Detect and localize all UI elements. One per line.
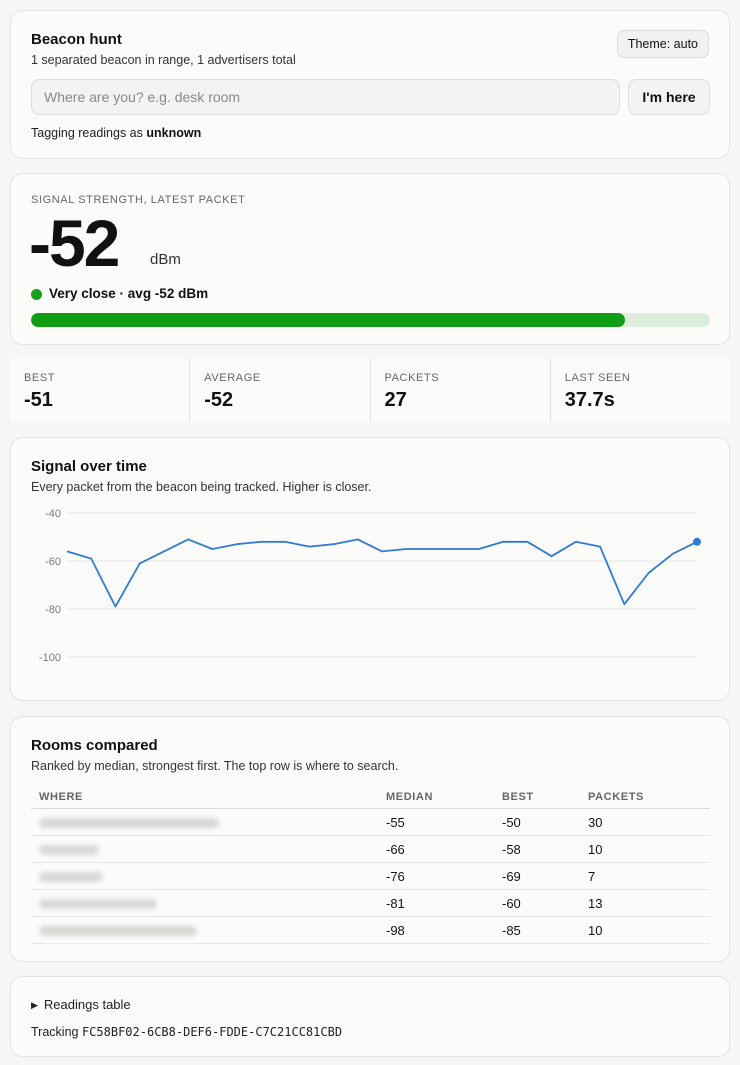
stat-average: AVERAGE -52: [190, 359, 371, 422]
stats-row: BEST -51 AVERAGE -52 PACKETS 27 LAST SEE…: [10, 359, 730, 422]
stat-label: LAST SEEN: [564, 372, 631, 384]
signal-chart: -40 -60 -80 -100: [39, 508, 701, 664]
stat-best: BEST -51: [10, 359, 191, 422]
room-name-redacted: [31, 835, 378, 863]
col-packets: PACKETS: [580, 787, 710, 809]
page-subtitle: 1 separated beacon in range, 1 advertise…: [31, 53, 296, 67]
chart-subtitle: Every packet from the beacon being track…: [31, 480, 372, 494]
room-best: -58: [494, 835, 580, 863]
tracking-id: FC58BF02-6CB8-DEF6-FDDE-C7C21CC81CBD: [81, 1025, 343, 1039]
theme-toggle-button[interactable]: Theme: auto: [616, 30, 709, 58]
chart-title: Signal over time: [31, 458, 147, 475]
signal-series-line: [66, 538, 698, 608]
room-packets: 7: [580, 862, 710, 890]
triangle-right-icon: ▶: [31, 1000, 38, 1010]
readings-table-toggle[interactable]: ▶ Readings table: [31, 997, 131, 1012]
status-dot-icon: [31, 289, 42, 300]
col-median: MEDIAN: [378, 787, 494, 809]
signal-status: Very close · avg -52 dBm: [49, 286, 209, 301]
signal-card: SIGNAL STRENGTH, LATEST PACKET -52 dBm V…: [10, 173, 730, 345]
readings-table-label: Readings table: [43, 997, 131, 1012]
room-name-redacted: [31, 862, 378, 890]
rooms-card: Rooms compared Ranked by median, stronge…: [10, 716, 730, 962]
stat-packets: PACKETS 27: [370, 359, 551, 422]
tagging-status: Tagging readings as unknown: [31, 126, 201, 140]
page-title: Beacon hunt: [31, 31, 122, 48]
room-median: -55: [378, 808, 494, 836]
stat-label: BEST: [24, 372, 56, 384]
table-row: -55 -50 30: [31, 808, 710, 836]
stat-value: 37.7s: [564, 389, 615, 411]
room-packets: 13: [580, 889, 710, 917]
stat-label: AVERAGE: [204, 372, 261, 384]
room-name-redacted: [31, 916, 378, 944]
latest-point: [693, 537, 701, 546]
stat-value: -52: [204, 389, 234, 411]
signal-unit: dBm: [150, 251, 181, 268]
im-here-button[interactable]: I'm here: [628, 79, 710, 115]
room-best: -50: [494, 808, 580, 836]
header-card: Beacon hunt 1 separated beacon in range,…: [10, 10, 730, 159]
room-median: -98: [378, 916, 494, 944]
rooms-title: Rooms compared: [31, 737, 158, 754]
y-tick-label: -60: [45, 556, 61, 568]
location-input[interactable]: [31, 79, 620, 115]
table-row: -81 -60 13: [31, 889, 710, 917]
footer-card: ▶ Readings table Tracking FC58BF02-6CB8-D…: [10, 976, 730, 1057]
table-row: -98 -85 10: [31, 916, 710, 944]
table-row: -76 -69 7: [31, 862, 710, 890]
room-best: -85: [494, 916, 580, 944]
stat-last-seen: LAST SEEN 37.7s: [550, 359, 730, 422]
table-row: -66 -58 10: [31, 835, 710, 863]
stat-value: 27: [384, 389, 407, 411]
y-tick-label: -40: [45, 508, 61, 520]
col-where: WHERE: [31, 787, 378, 809]
room-name-redacted: [31, 808, 378, 836]
tracking-info: Tracking FC58BF02-6CB8-DEF6-FDDE-C7C21CC…: [31, 1025, 342, 1039]
tracking-prefix: Tracking: [31, 1025, 79, 1039]
y-tick-label: -80: [45, 604, 61, 616]
chart-card: -40 -60 -80 -100 Signal over time Every pac…: [10, 437, 730, 701]
signal-progress-fill: [31, 313, 626, 327]
y-tick-label: -100: [39, 652, 61, 664]
stat-value: -51: [24, 389, 53, 411]
tagging-prefix: Tagging readings as: [31, 126, 143, 140]
rooms-subtitle: Ranked by median, strongest first. The t…: [31, 759, 399, 773]
room-packets: 10: [580, 835, 710, 863]
room-median: -66: [378, 835, 494, 863]
stat-label: PACKETS: [384, 372, 440, 384]
room-median: -76: [378, 862, 494, 890]
col-best: BEST: [494, 787, 580, 809]
room-packets: 30: [580, 808, 710, 836]
room-best: -60: [494, 889, 580, 917]
signal-progress-bar: [31, 313, 710, 327]
room-name-redacted: [31, 889, 378, 917]
room-packets: 10: [580, 916, 710, 944]
tagging-value: unknown: [146, 126, 202, 140]
table-header-row: WHERE MEDIAN BEST PACKETS: [31, 787, 710, 809]
room-best: -69: [494, 862, 580, 890]
signal-value: -52: [29, 206, 120, 280]
room-median: -81: [378, 889, 494, 917]
rooms-table: WHERE MEDIAN BEST PACKETS -55 -50 30 -66…: [31, 787, 710, 944]
